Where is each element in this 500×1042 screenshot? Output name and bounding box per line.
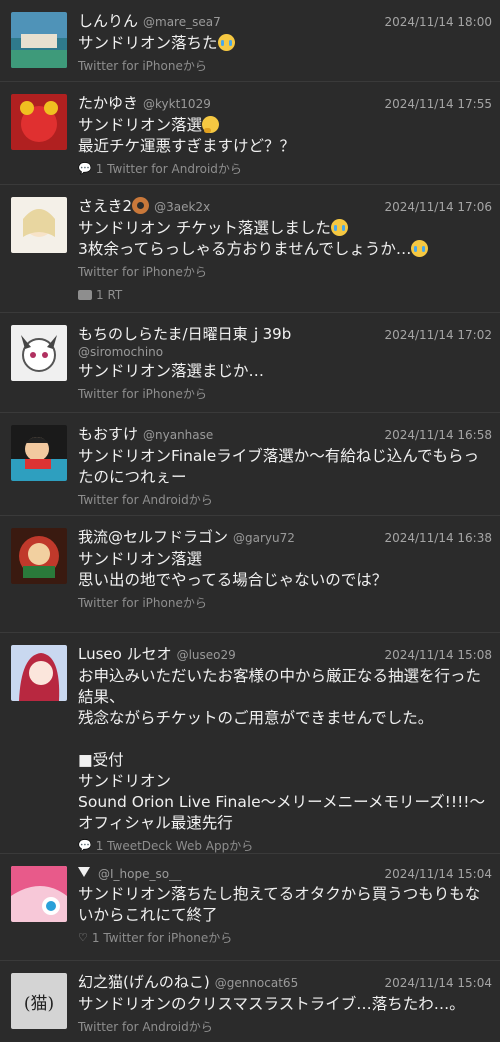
tweet[interactable]: 我流@セルフドラゴン @garyu72 2024/11/14 16:38 サンド… <box>0 516 500 633</box>
avatar[interactable] <box>11 425 67 481</box>
thinking-face-icon <box>202 116 220 133</box>
timestamp[interactable]: 2024/11/14 15:04 <box>384 867 492 881</box>
author-name[interactable]: 我流@セルフドラゴン <box>78 526 228 547</box>
avatar[interactable] <box>11 866 67 922</box>
tweet-text: サンドリオン落選 思い出の地でやってる場合じゃないのでは？ <box>78 550 388 589</box>
tweet-source: TweetDeck Web Appから <box>107 839 254 853</box>
author-handle[interactable]: @luseo29 <box>177 648 379 662</box>
reply-count: 1 <box>95 838 104 853</box>
tweet-text: サンドリオン落ちたし抱えてるオタクから買うつもりもないからこれにて終了 <box>78 885 481 924</box>
tweet-source: Twitter for iPhoneから <box>78 387 207 401</box>
avatar-text: (猫) <box>23 993 55 1014</box>
tweet-source: Twitter for Androidから <box>78 493 213 507</box>
avatar[interactable] <box>11 94 67 150</box>
like-count: 1 <box>91 930 100 945</box>
timestamp[interactable]: 2024/11/14 16:58 <box>384 428 492 442</box>
crying-face-icon <box>217 34 235 51</box>
tweet[interactable]: もおすけ @nyanhase 2024/11/14 16:58 サンドリオンFi… <box>0 413 500 516</box>
tweet-source: Twitter for iPhoneから <box>78 59 207 73</box>
author-handle[interactable]: @kykt1029 <box>143 97 378 111</box>
author-name[interactable]: Luseo ルセオ <box>78 643 172 664</box>
author-name[interactable]: さえき2 <box>78 195 150 216</box>
tweet-text: サンドリオン チケット落選しました 3枚余ってらっしゃる方おりませんでしょうか… <box>78 218 492 260</box>
avatar[interactable] <box>11 197 67 253</box>
tweet-footer: 💬 1 TweetDeck Web Appから <box>78 837 492 854</box>
tweet[interactable]: もちのしらたま/日曜日東ｊ39b 2024/11/14 17:02 @sirom… <box>0 313 500 413</box>
avatar[interactable] <box>11 12 67 68</box>
author-name[interactable]: もちのしらたま/日曜日東ｊ39b <box>78 323 291 344</box>
triangle-icon <box>78 867 90 877</box>
crying-face-icon <box>411 240 429 257</box>
timestamp[interactable]: 2024/11/14 17:02 <box>384 328 492 342</box>
reply-icon[interactable]: 💬 <box>78 839 92 852</box>
tweet-feed: しんりん @mare_sea7 2024/11/14 18:00 サンドリオン落… <box>0 0 500 1041</box>
donut-icon <box>132 197 150 214</box>
tweet[interactable]: さえき2 @3aek2x 2024/11/14 17:06 サンドリオン チケッ… <box>0 185 500 313</box>
tweet[interactable]: たかゆき @kykt1029 2024/11/14 17:55 サンドリオン落選… <box>0 82 500 185</box>
tweet-text: お申込みいただいたお客様の中から厳正なる抽選を行った結果、 残念ながらチケットの… <box>78 667 486 832</box>
tweet-source: Twitter for Androidから <box>78 1020 213 1034</box>
author-handle[interactable]: @I_hope_so__ <box>98 867 378 881</box>
author-handle[interactable]: @garyu72 <box>233 531 378 545</box>
author-handle[interactable]: @nyanhase <box>143 428 378 442</box>
author-name[interactable]: しんりん <box>78 10 138 31</box>
timestamp[interactable]: 2024/11/14 18:00 <box>384 15 492 29</box>
timestamp[interactable]: 2024/11/14 17:55 <box>384 97 492 111</box>
tweet-text: サンドリオン落ちた <box>78 33 492 54</box>
author-name[interactable]: 幻之猫(げんのねこ) <box>78 971 210 992</box>
timestamp[interactable]: 2024/11/14 17:06 <box>384 200 492 214</box>
tweet-footer: 💬 1 Twitter for Androidから <box>78 160 492 177</box>
timestamp[interactable]: 2024/11/14 15:08 <box>384 648 492 662</box>
reply-count: 1 <box>95 161 104 176</box>
avatar[interactable]: (猫) <box>11 973 67 1029</box>
tweet[interactable]: @I_hope_so__ 2024/11/14 15:04 サンドリオン落ちたし… <box>0 854 500 961</box>
reply-icon[interactable]: 💬 <box>78 162 92 175</box>
avatar[interactable] <box>11 325 67 381</box>
timestamp[interactable]: 2024/11/14 16:38 <box>384 531 492 545</box>
tweet-source: Twitter for Androidから <box>107 162 242 176</box>
retweet-icon <box>78 290 92 300</box>
tweet-text: サンドリオン落選まじか… <box>78 362 265 380</box>
retweet-count: 1 RT <box>96 288 123 302</box>
tweet-source: Twitter for iPhoneから <box>78 265 207 279</box>
tweet-text: サンドリオンのクリスマスラストライブ…落ちたわ…。 <box>78 995 465 1013</box>
crying-face-icon <box>330 219 348 236</box>
timestamp[interactable]: 2024/11/14 15:04 <box>384 976 492 990</box>
author-handle[interactable]: @gennocat65 <box>215 976 379 990</box>
author-name[interactable]: もおすけ <box>78 423 138 444</box>
author-handle[interactable]: @mare_sea7 <box>143 15 378 29</box>
tweet-text: サンドリオンFinaleライブ落選か〜有給ねじ込んでもらったのにつれぇー <box>78 447 479 486</box>
tweet[interactable]: Luseo ルセオ @luseo29 2024/11/14 15:08 お申込み… <box>0 633 500 854</box>
tweet-source: Twitter for iPhoneから <box>78 596 207 610</box>
author-name[interactable]: たかゆき <box>78 92 138 113</box>
retweet-info[interactable]: 1 RT <box>78 288 492 302</box>
tweet-footer: ♡ 1 Twitter for iPhoneから <box>78 929 492 946</box>
tweet[interactable]: (猫) 幻之猫(げんのねこ) @gennocat65 2024/11/14 15… <box>0 961 500 1041</box>
author-handle[interactable]: @3aek2x <box>154 200 378 214</box>
author-handle[interactable]: @siromochino <box>78 345 492 359</box>
heart-icon[interactable]: ♡ <box>78 931 88 944</box>
author-name[interactable] <box>78 864 93 882</box>
tweet-text: サンドリオン落選 最近チケ運悪すぎますけど？？ <box>78 116 296 155</box>
avatar[interactable] <box>11 528 67 584</box>
avatar[interactable] <box>11 645 67 701</box>
tweet-source: Twitter for iPhoneから <box>103 931 233 945</box>
tweet[interactable]: しんりん @mare_sea7 2024/11/14 18:00 サンドリオン落… <box>0 0 500 82</box>
